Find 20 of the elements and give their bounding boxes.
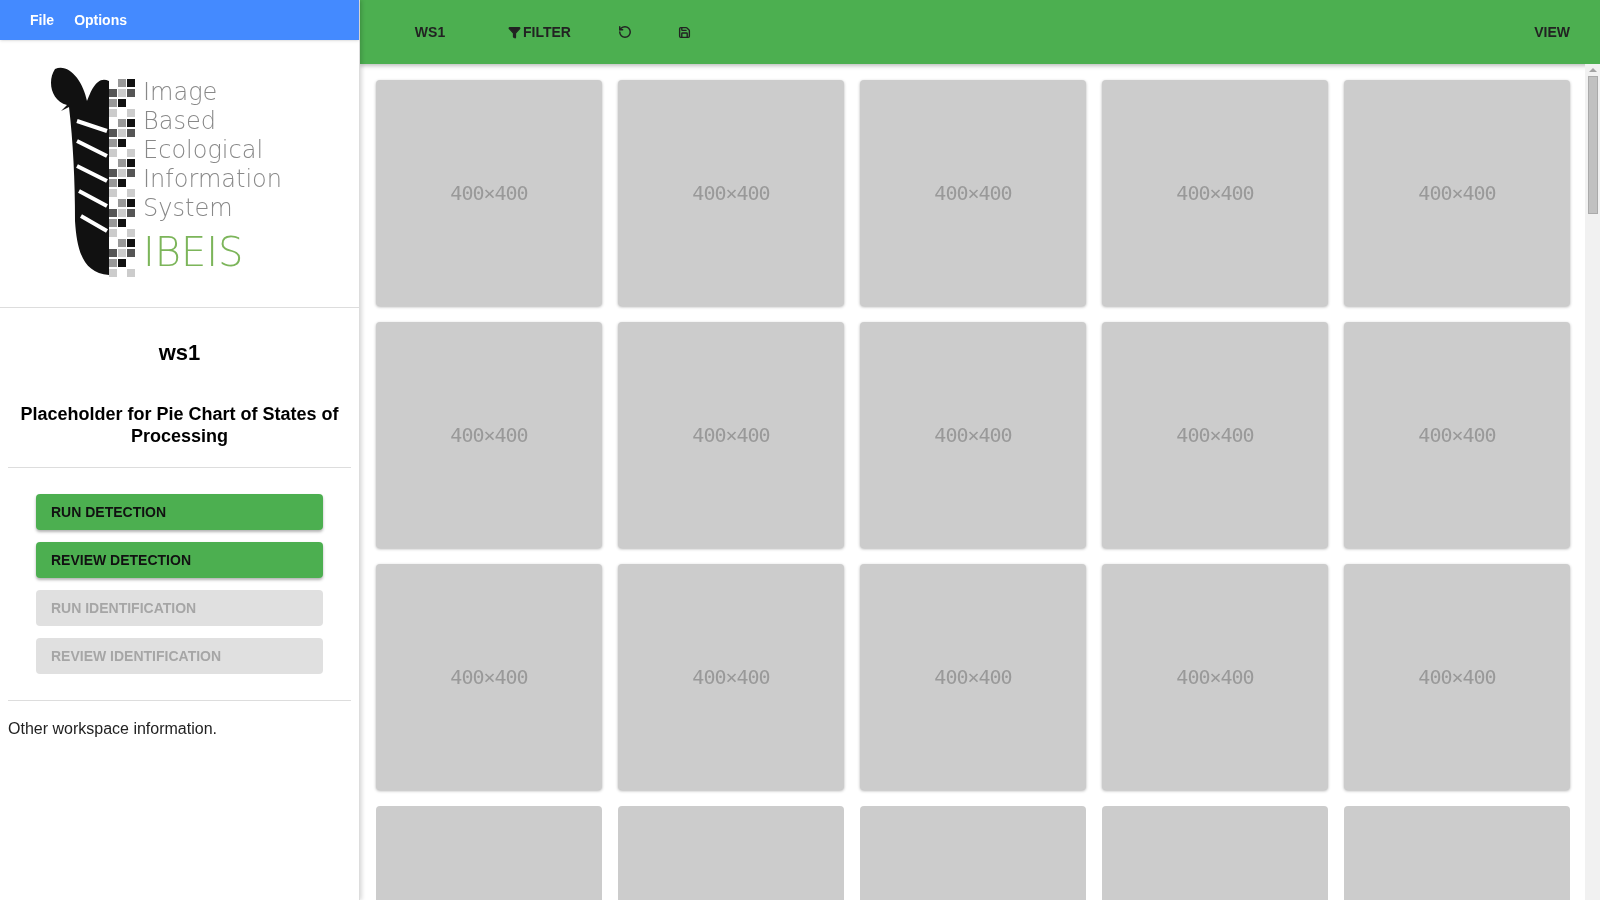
- logo-wordmark: IBEIS: [143, 229, 245, 275]
- workspace-title: ws1: [157, 339, 202, 367]
- workspace-info: Other workspace information.: [7, 719, 218, 739]
- logo-text: Ecological: [143, 136, 265, 165]
- logo-text: System: [143, 194, 234, 223]
- menu-item[interactable]: Options: [66, 5, 135, 35]
- logo-text: Image: [143, 78, 219, 107]
- filter-button[interactable]: FILTER: [492, 13, 587, 51]
- workspace-button[interactable]: WS1: [386, 13, 474, 51]
- action-button[interactable]: RUN DETECTION: [36, 494, 323, 530]
- action-button[interactable]: REVIEW DETECTION: [36, 542, 323, 578]
- logo-text: Based: [143, 107, 217, 136]
- chart-placeholder-text: Placeholder for Pie Chart of States of Processing: [19, 403, 340, 447]
- filter-icon: [508, 25, 521, 39]
- view-button[interactable]: VIEW: [1522, 13, 1582, 51]
- save-icon: [678, 25, 692, 39]
- scrollbar[interactable]: [1585, 64, 1600, 900]
- undo-icon: [617, 25, 632, 39]
- menu-item[interactable]: File: [22, 5, 63, 35]
- logo-text: Information: [143, 165, 282, 194]
